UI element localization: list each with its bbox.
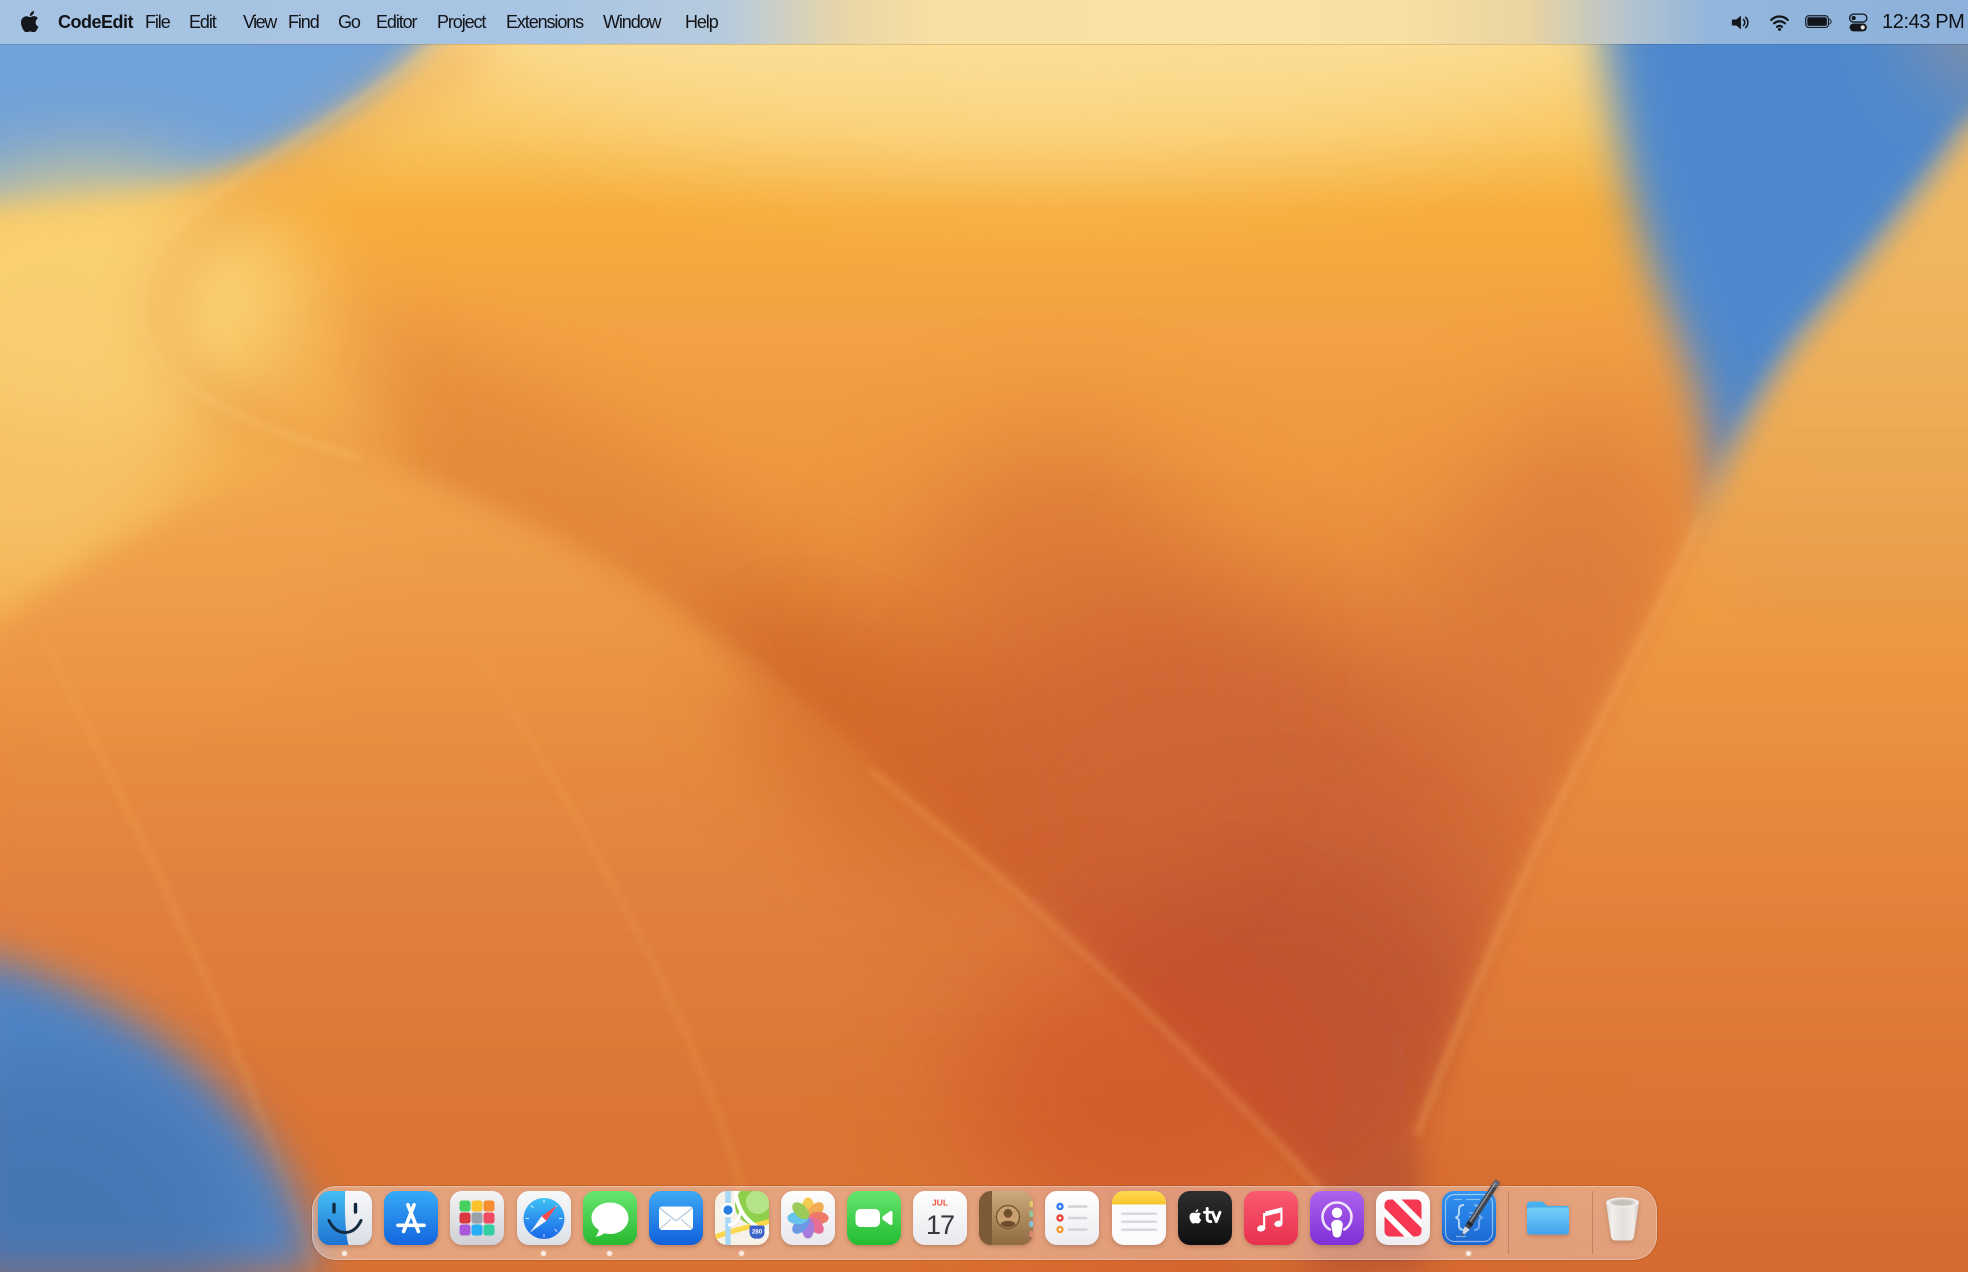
svg-text:17: 17 (926, 1210, 954, 1240)
svg-text:280: 280 (752, 1228, 763, 1235)
svg-text:JUL: JUL (932, 1197, 948, 1207)
